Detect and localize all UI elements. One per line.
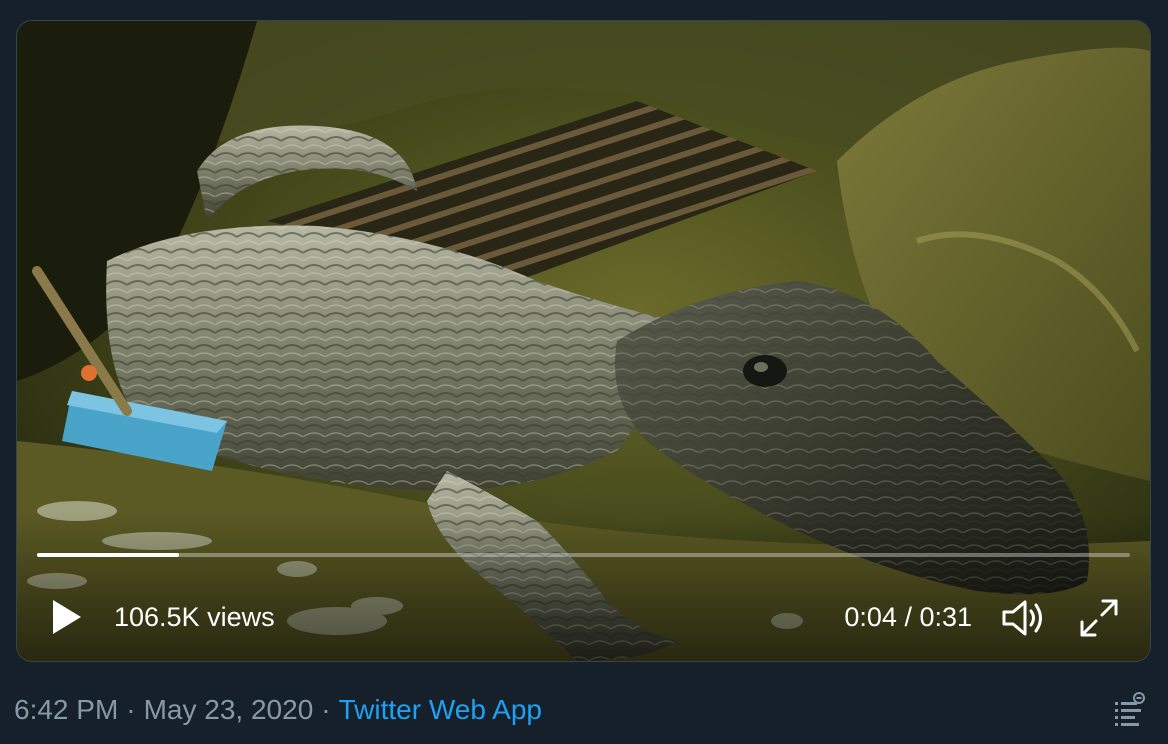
tweet-date[interactable]: May 23, 2020 [144,694,314,725]
tweet-timestamp-row: 6:42 PM · May 23, 2020 · Twitter Web App [14,692,542,728]
separator: · [321,694,331,725]
tweet-time[interactable]: 6:42 PM [14,694,118,725]
playback-time: 0:04 / 0:31 [844,602,972,632]
tweet-media-area: 106.5K views 0:04 / 0:31 6:42 PM · May 2… [0,0,1168,744]
progress-bar[interactable] [37,553,1130,557]
video-control-bar: 106.5K views 0:04 / 0:31 [17,587,1150,647]
video-player[interactable]: 106.5K views 0:04 / 0:31 [16,20,1151,662]
play-icon [53,600,81,634]
analytics-icon [1115,692,1145,726]
view-count: 106.5K views [114,602,275,632]
analytics-button[interactable] [1112,692,1146,730]
play-button[interactable] [45,595,89,639]
volume-icon [1002,600,1042,636]
tweet-source-link[interactable]: Twitter Web App [339,694,542,725]
separator: · [126,694,136,725]
fullscreen-icon [1080,599,1118,637]
volume-button[interactable] [1000,597,1046,639]
fullscreen-button[interactable] [1078,597,1120,639]
progress-fill [37,553,180,557]
